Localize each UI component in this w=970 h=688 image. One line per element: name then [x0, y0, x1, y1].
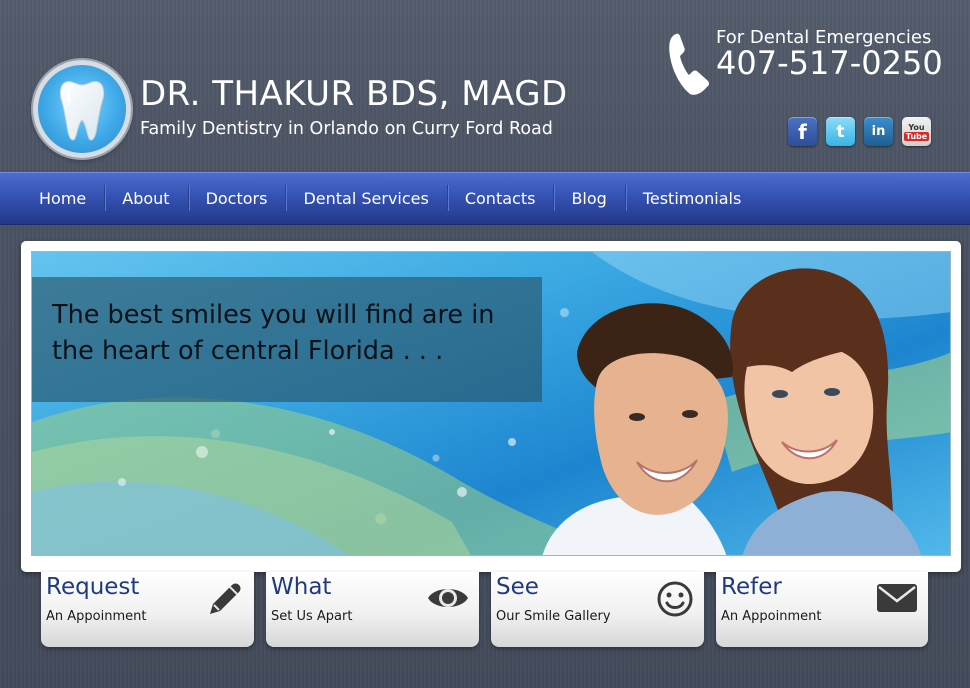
site-header: DR. THAKUR BDS, MAGD Family Dentistry in… [0, 0, 970, 172]
twitter-icon[interactable]: t [826, 117, 855, 146]
nav-contacts[interactable]: Contacts [446, 185, 554, 211]
linkedin-glyph: in [871, 124, 886, 139]
nav-doctors[interactable]: Doctors [187, 185, 286, 211]
pencil-icon [210, 583, 241, 614]
card-title: See [496, 574, 539, 600]
card-title: Refer [721, 574, 782, 600]
youtube-icon[interactable]: You Tube [902, 117, 931, 146]
eye-icon [428, 589, 468, 607]
tooth-icon [59, 81, 105, 141]
card-subtitle: An Appoinment [721, 609, 822, 624]
card-see-smile-gallery[interactable]: See Our Smile Gallery [491, 572, 704, 647]
banner-caption-line2: the heart of central Florida . . . [52, 336, 444, 366]
card-subtitle: Set Us Apart [271, 609, 353, 624]
envelope-icon [877, 584, 917, 612]
banner-caption: The best smiles you will find are in the… [32, 277, 542, 402]
youtube-glyph-bottom: Tube [903, 131, 930, 141]
site-subtitle: Family Dentistry in Orlando on Curry For… [140, 119, 553, 139]
nav-dental-services[interactable]: Dental Services [285, 185, 446, 211]
card-request-appointment[interactable]: Request An Appoinment [41, 572, 254, 647]
linkedin-icon[interactable]: in [864, 117, 893, 146]
action-cards: Request An Appoinment What Set Us Apart … [41, 572, 928, 647]
logo[interactable] [33, 60, 131, 158]
youtube-glyph-top: You [908, 122, 925, 132]
smiling-couple-photo [542, 268, 922, 555]
card-subtitle: Our Smile Gallery [496, 609, 611, 624]
card-title: Request [46, 574, 140, 600]
social-links: f t in You Tube [788, 117, 931, 146]
twitter-glyph: t [836, 121, 845, 142]
card-what-sets-us-apart[interactable]: What Set Us Apart [266, 572, 479, 647]
facebook-icon[interactable]: f [788, 117, 817, 146]
nav-blog[interactable]: Blog [553, 185, 624, 211]
hero-banner: The best smiles you will find are in the… [31, 251, 951, 556]
smiley-icon [657, 581, 693, 617]
nav-home[interactable]: Home [21, 189, 104, 208]
emergency-phone[interactable]: 407-517-0250 [716, 44, 943, 82]
card-subtitle: An Appoinment [46, 609, 147, 624]
banner-caption-line1: The best smiles you will find are in [52, 300, 495, 330]
site-title: DR. THAKUR BDS, MAGD [140, 74, 568, 114]
card-title: What [271, 574, 332, 600]
card-refer-appointment[interactable]: Refer An Appoinment [716, 572, 928, 647]
facebook-glyph: f [798, 119, 807, 144]
phone-handset-icon [669, 33, 710, 95]
nav-about[interactable]: About [104, 185, 187, 211]
nav-testimonials[interactable]: Testimonials [624, 185, 760, 211]
main-nav: Home About Doctors Dental Services Conta… [0, 172, 970, 225]
banner-frame: The best smiles you will find are in the… [21, 241, 961, 572]
